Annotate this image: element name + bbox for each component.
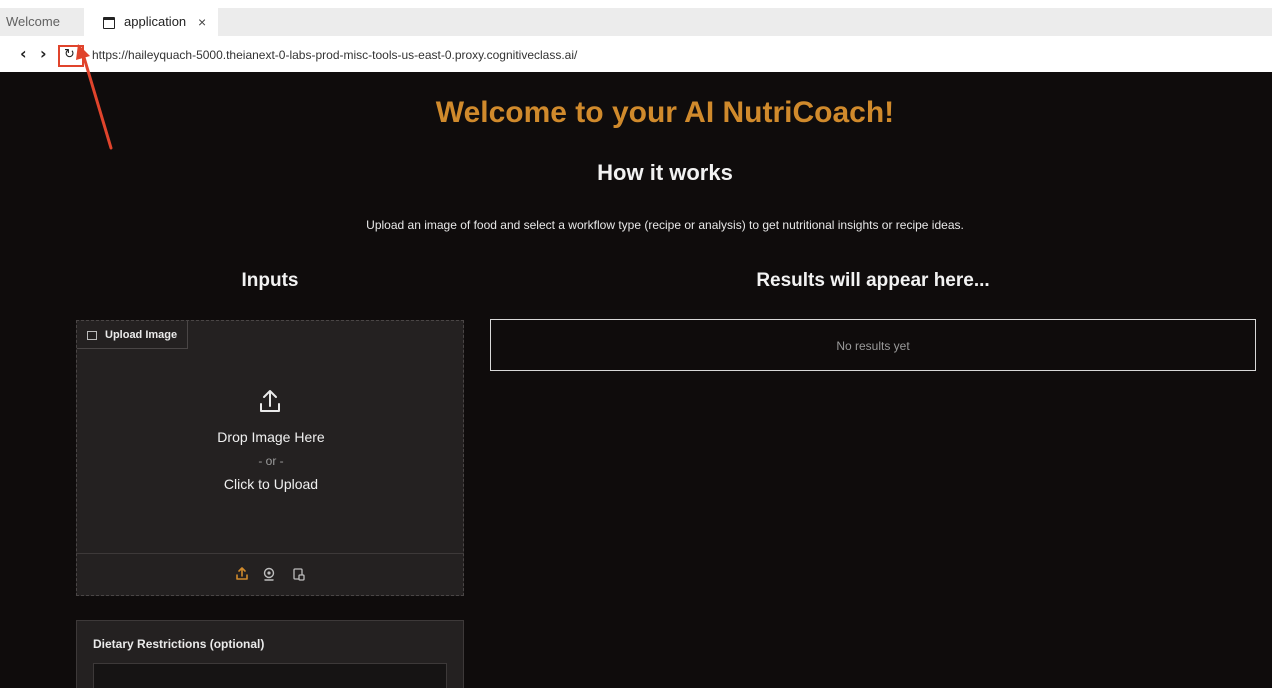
tab-bar: Welcome application × xyxy=(0,0,1272,38)
page-title: Welcome to your AI NutriCoach! xyxy=(435,96,895,129)
webcam-icon[interactable] xyxy=(261,566,277,582)
annotation-arrow-icon xyxy=(76,44,113,150)
how-it-works-heading: How it works xyxy=(597,160,733,185)
upload-icon[interactable] xyxy=(234,566,250,582)
image-icon xyxy=(87,330,97,340)
clipboard-icon[interactable] xyxy=(291,566,307,582)
inputs-heading: Inputs xyxy=(241,270,299,291)
dietary-restrictions-panel: Dietary Restrictions (optional) xyxy=(76,620,464,688)
upload-arrow-icon xyxy=(260,390,280,412)
tab-strip-empty xyxy=(218,8,1272,36)
upload-image-label-text: Upload Image xyxy=(105,329,178,341)
tab-application-label: application xyxy=(124,14,187,29)
back-icon[interactable]: ‹ xyxy=(20,44,27,63)
close-tab-icon[interactable]: × xyxy=(198,8,206,36)
tab-welcome-label: Welcome xyxy=(6,14,60,29)
or-divider-text: - or - xyxy=(258,454,284,468)
forward-icon[interactable]: › xyxy=(40,44,47,63)
drop-image-text: Drop Image Here xyxy=(217,429,325,445)
app-viewport: Welcome to your AI NutriCoach! How it wo… xyxy=(0,72,1272,688)
window-icon xyxy=(103,17,115,29)
upload-source-toolbar xyxy=(77,553,463,596)
dietary-restrictions-input[interactable] xyxy=(93,663,447,688)
dietary-restrictions-label: Dietary Restrictions (optional) xyxy=(93,637,265,651)
how-it-works-description: Upload an image of food and select a wor… xyxy=(366,218,964,232)
address-bar: ‹ › ↻ https://haileyquach-5000.theianext… xyxy=(0,38,1272,72)
image-upload-dropzone[interactable]: Upload Image Drop Image Here - or - Clic… xyxy=(76,320,464,596)
no-results-text: No results yet xyxy=(836,339,910,353)
click-to-upload-text[interactable]: Click to Upload xyxy=(77,476,465,492)
upload-image-label: Upload Image xyxy=(77,321,189,349)
tab-welcome[interactable]: Welcome xyxy=(0,8,84,36)
results-heading: Results will appear here... xyxy=(756,270,990,291)
url-field[interactable]: https://haileyquach-5000.theianext-0-lab… xyxy=(92,48,577,62)
tab-application[interactable]: application × xyxy=(86,8,216,36)
results-panel: No results yet xyxy=(490,319,1256,371)
